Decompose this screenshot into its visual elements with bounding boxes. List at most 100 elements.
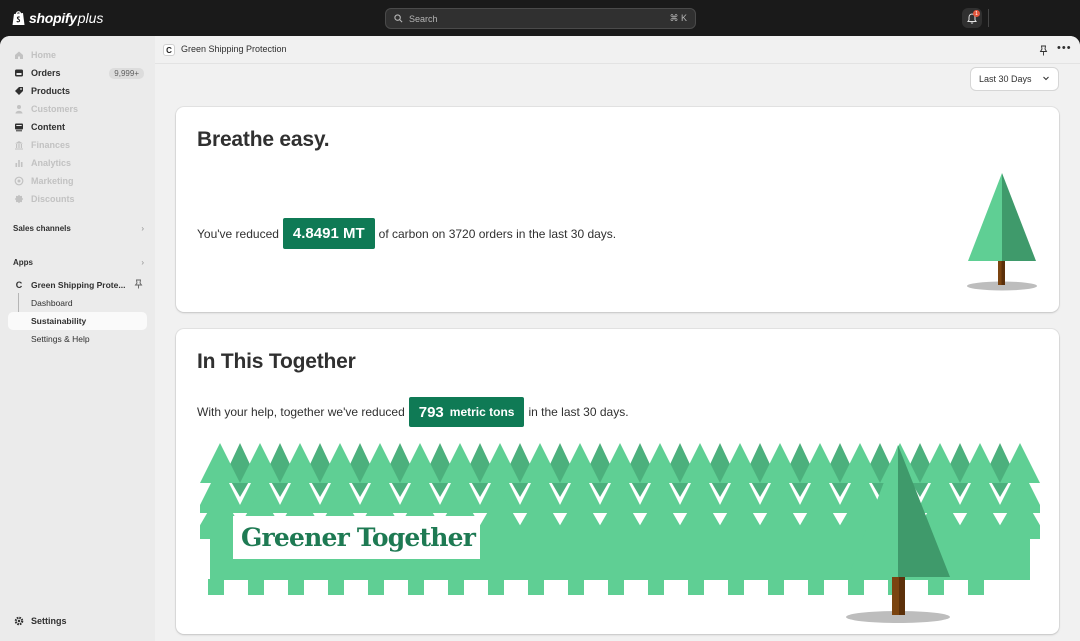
sidebar-item-customers[interactable]: Customers <box>8 100 147 118</box>
forest-base-notch <box>728 579 744 595</box>
summary-text-after: of carbon on 3720 orders in the last 30 … <box>378 226 617 241</box>
app-header: C Green Shipping Protection ••• <box>155 36 1080 64</box>
card-title: In This Together <box>197 350 356 373</box>
discount-icon <box>14 194 24 204</box>
target-icon <box>14 176 24 186</box>
sidebar-item-discounts[interactable]: Discounts <box>8 190 147 208</box>
sidebar-item-products[interactable]: Products <box>8 82 147 100</box>
notifications-button[interactable]: 1 <box>962 8 982 28</box>
forest-base-notch <box>928 579 944 595</box>
sidebar-item-label: Discounts <box>31 194 75 204</box>
home-icon <box>14 50 24 60</box>
summary-text-before: With your help, together we've reduced <box>197 405 405 419</box>
sidebar-item-label: Products <box>31 86 71 96</box>
sidebar-item-home[interactable]: Home <box>8 46 147 64</box>
topbar-divider <box>988 9 989 27</box>
admin-frame: Home Orders 9,999+ Products Customers Co… <box>0 36 1080 641</box>
forest-base-notch <box>848 579 864 595</box>
forest-base-notch <box>248 579 264 595</box>
sidebar-item-label: Content <box>31 122 65 132</box>
greener-together-banner: Greener Together <box>233 516 480 559</box>
forest-base-notch <box>328 579 344 595</box>
shopify-bag-icon <box>12 11 25 25</box>
collective-summary-line: With your help, together we've reduced 7… <box>197 397 629 427</box>
more-options-icon[interactable]: ••• <box>1057 42 1072 54</box>
sidebar-item-label: Analytics <box>31 158 72 168</box>
search-bar[interactable]: Search ⌘ K <box>385 8 696 29</box>
sidebar-item-label: Orders <box>31 68 61 78</box>
collective-amount-unit: metric tons <box>449 405 515 419</box>
forest-base-notch <box>408 579 424 595</box>
date-range-value: Last 30 Days <box>979 74 1032 84</box>
collective-amount-number: 793 <box>418 403 444 421</box>
collective-amount-badge: 793 metric tons <box>408 397 525 427</box>
carbon-summary-line: You've reduced 4.8491 MT of carbon on 37… <box>197 218 616 249</box>
summary-text-after: in the last 30 days. <box>528 405 629 419</box>
bar-chart-icon <box>14 158 24 168</box>
notification-badge: 1 <box>973 10 980 17</box>
logo-text: shopify <box>29 10 77 26</box>
person-icon <box>14 104 24 114</box>
shopify-plus-logo[interactable]: shopify plus <box>12 9 103 27</box>
search-placeholder: Search <box>409 13 438 24</box>
sidebar-item-finances[interactable]: Finances <box>8 136 147 154</box>
orders-count-badge: 9,999+ <box>109 67 144 79</box>
summary-text-before: You've reduced <box>197 226 279 241</box>
sidebar-item-label: Finances <box>31 140 71 150</box>
sidebar-item-label: Settings <box>31 616 67 626</box>
sidebar-item-marketing[interactable]: Marketing <box>8 172 147 190</box>
forest-base-notch <box>568 579 584 595</box>
sales-channels-label: Sales channels <box>13 224 71 233</box>
chevron-right-icon: › <box>141 224 144 233</box>
apps-label: Apps <box>13 258 33 267</box>
gear-icon <box>14 616 24 626</box>
forest-base-notch <box>208 579 224 595</box>
date-range-select[interactable]: Last 30 Days <box>970 67 1059 91</box>
forest-base-notch <box>688 579 704 595</box>
app-icon: C <box>163 44 175 56</box>
sidebar-item-label: Home <box>31 50 57 60</box>
forest-base-notch <box>808 579 824 595</box>
app-c-icon: C <box>15 280 23 290</box>
sidebar-sub-dashboard[interactable]: Dashboard <box>8 294 147 312</box>
forest-base-notch <box>528 579 544 595</box>
forest-base-notch <box>968 579 984 595</box>
sidebar-sub-sustainability[interactable]: Sustainability <box>8 312 147 330</box>
sidebar-item-analytics[interactable]: Analytics <box>8 154 147 172</box>
sidebar-item-settings[interactable]: Settings <box>8 612 147 630</box>
sidebar-item-content[interactable]: Content <box>8 118 147 136</box>
card-title: Breathe easy. <box>197 128 330 151</box>
in-this-together-card: In This Together With your help, togethe… <box>176 329 1059 634</box>
banner-text: Greener Together <box>241 523 476 552</box>
forest-base-notch <box>648 579 664 595</box>
forest-base-notch <box>608 579 624 595</box>
orders-icon <box>14 68 24 78</box>
chevron-right-icon: › <box>141 258 144 267</box>
bank-icon <box>14 140 24 150</box>
forest-base-notch <box>768 579 784 595</box>
sidebar-item-label: Customers <box>31 104 79 114</box>
forest-base-notch <box>488 579 504 595</box>
forest-base-notch <box>448 579 464 595</box>
top-bar: shopify plus Search ⌘ K 1 <box>0 0 1080 36</box>
sidebar-item-green-shipping-app[interactable]: C Green Shipping Prote... <box>8 276 147 294</box>
search-icon <box>394 14 403 23</box>
chevron-down-icon <box>1042 74 1050 84</box>
tag-icon <box>14 86 24 96</box>
forest-base-notch <box>368 579 384 595</box>
pin-icon[interactable] <box>1039 43 1048 61</box>
pin-icon[interactable] <box>134 279 143 291</box>
sidebar-item-label: Green Shipping Prote... <box>31 280 126 290</box>
logo-plus-text: plus <box>77 10 104 26</box>
tree-illustration <box>967 173 1037 291</box>
content-icon <box>14 122 24 132</box>
carbon-amount-badge: 4.8491 MT <box>282 218 375 249</box>
sidebar-item-orders[interactable]: Orders 9,999+ <box>8 64 147 82</box>
breathe-easy-card: Breathe easy. You've reduced 4.8491 MT o… <box>176 107 1059 312</box>
app-title: Green Shipping Protection <box>181 44 287 54</box>
sales-channels-section[interactable]: Sales channels › <box>13 224 144 233</box>
search-shortcut: ⌘ K <box>669 13 687 23</box>
sidebar-item-label: Marketing <box>31 176 74 186</box>
sidebar-sub-settings-help[interactable]: Settings & Help <box>8 330 147 348</box>
apps-section[interactable]: Apps › <box>13 258 144 267</box>
